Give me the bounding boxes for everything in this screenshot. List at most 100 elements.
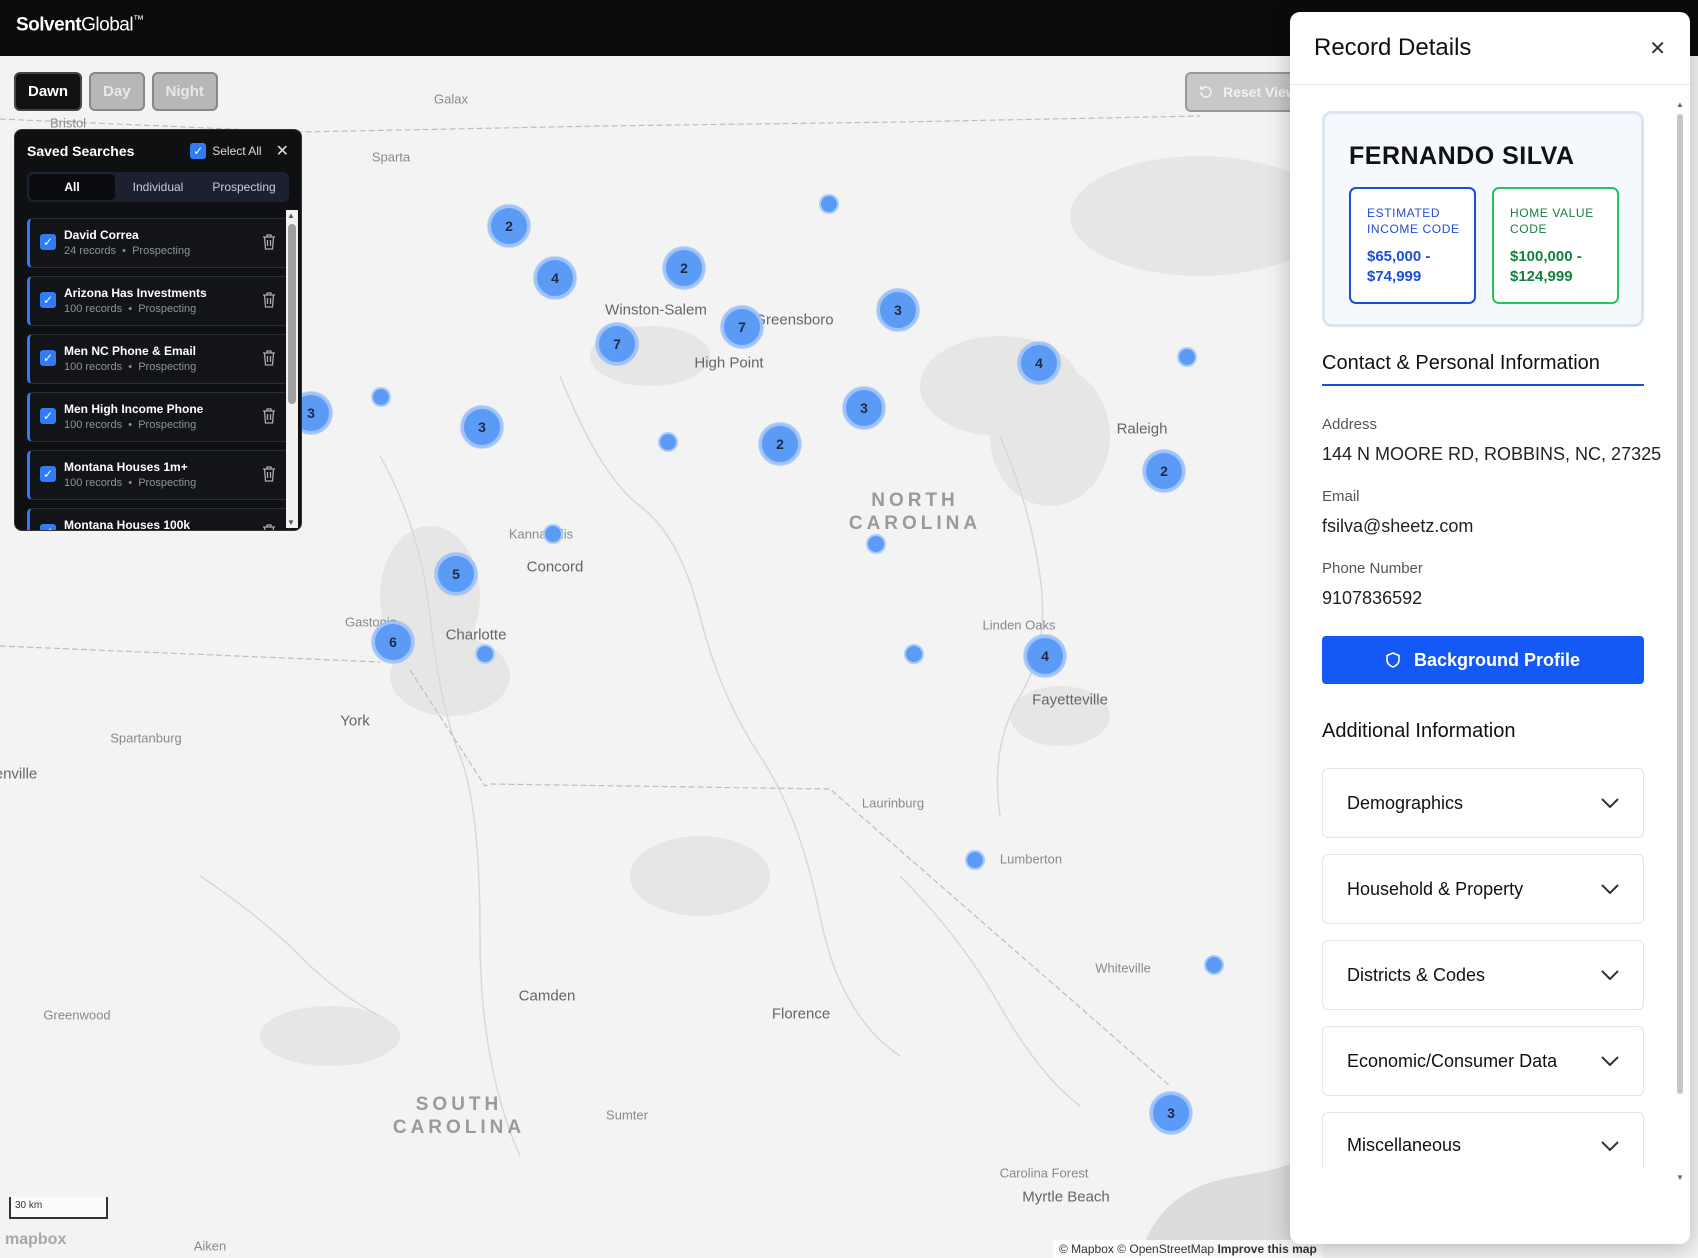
saved-search-meta: 100 records • Prospecting <box>64 419 197 431</box>
place-label: Kannapolis <box>508 526 574 542</box>
accordion-label: Districts & Codes <box>1347 964 1486 985</box>
income-code-value: $65,000 - $74,999 <box>1367 248 1431 285</box>
map-cluster[interactable]: 4 <box>534 257 576 299</box>
accordion-demographics[interactable]: Demographics <box>1322 768 1644 838</box>
map-point[interactable] <box>819 194 839 214</box>
home-value-card: HOME VALUE CODE $100,000 - $124,999 <box>1492 187 1619 304</box>
scroll-down-icon[interactable]: ▼ <box>1676 1173 1684 1182</box>
saved-search-item[interactable]: ✓ Men High Income Phone 100 records • Pr… <box>27 392 289 442</box>
accordion-label: Household & Property <box>1347 878 1524 899</box>
map-cluster[interactable]: 6 <box>372 621 414 663</box>
background-profile-button[interactable]: Background Profile <box>1322 636 1644 684</box>
improve-map-link[interactable]: Improve this map <box>1217 1242 1316 1256</box>
map-cluster[interactable]: 2 <box>663 247 705 289</box>
scroll-down-icon[interactable]: ▼ <box>287 518 295 527</box>
scroll-up-icon[interactable]: ▲ <box>287 211 295 220</box>
check-icon: ✓ <box>190 143 207 159</box>
saved-search-item[interactable]: ✓ Montana Houses 1m+ 100 records • Prosp… <box>27 450 289 500</box>
check-icon[interactable]: ✓ <box>40 292 56 308</box>
check-icon[interactable]: ✓ <box>40 234 56 250</box>
phone-value: 9107836592 <box>1322 588 1423 608</box>
place-label: Concord <box>526 558 584 576</box>
night-button[interactable]: Night <box>151 72 218 111</box>
saved-searches-tabs: All Individual Prospecting <box>27 172 289 202</box>
saved-search-meta: 100 records • Prospecting <box>64 303 197 315</box>
map-point[interactable] <box>904 644 924 664</box>
saved-search-item[interactable]: ✓ Arizona Has Investments 100 records • … <box>27 276 289 326</box>
trash-icon[interactable] <box>262 524 276 530</box>
trash-icon[interactable] <box>262 408 276 424</box>
section-underline <box>1322 384 1644 386</box>
saved-search-item[interactable]: ✓ Montana Houses 100k <box>27 508 289 530</box>
saved-search-name: Men High Income Phone <box>64 402 204 416</box>
shield-icon <box>1386 652 1400 668</box>
trash-icon[interactable] <box>262 234 276 250</box>
saved-search-name: David Correa <box>64 228 139 242</box>
trash-icon[interactable] <box>262 292 276 308</box>
map-cluster[interactable]: 2 <box>1143 450 1185 492</box>
background-profile-label: Background Profile <box>1413 649 1581 670</box>
panel-scrollbar[interactable]: ▲ ▼ <box>1676 100 1684 1182</box>
saved-search-item[interactable]: ✓ Men NC Phone & Email 100 records • Pro… <box>27 334 289 384</box>
map-point[interactable] <box>543 524 563 544</box>
address-value: 144 N MOORE RD, ROBBINS, NC, 27325 <box>1322 444 1662 464</box>
map-cluster[interactable]: 2 <box>759 423 801 465</box>
tab-prospecting[interactable]: Prospecting <box>201 174 287 200</box>
scroll-up-icon[interactable]: ▲ <box>1676 100 1684 109</box>
map-point[interactable] <box>965 850 985 870</box>
check-icon[interactable]: ✓ <box>40 466 56 482</box>
saved-searches-scrollbar[interactable]: ▲ ▼ <box>286 210 298 528</box>
scroll-thumb[interactable] <box>288 224 296 404</box>
map-cluster[interactable]: 3 <box>843 387 885 429</box>
chevron-down-icon <box>1601 1056 1619 1066</box>
brand-logo[interactable]: SolventGlobal™ <box>16 14 144 36</box>
close-icon[interactable]: ✕ <box>276 141 289 161</box>
trash-icon[interactable] <box>262 466 276 482</box>
saved-search-name: Montana Houses 1m+ <box>64 460 188 474</box>
map-cluster[interactable]: 7 <box>721 306 763 348</box>
map-cluster[interactable]: 4 <box>1018 342 1060 384</box>
home-value-label: HOME VALUE CODE <box>1510 206 1594 236</box>
accordion-miscellaneous[interactable]: Miscellaneous <box>1322 1112 1644 1168</box>
scroll-thumb[interactable] <box>1677 114 1683 1094</box>
close-icon[interactable]: ✕ <box>1649 36 1666 61</box>
map-point[interactable] <box>1177 347 1197 367</box>
attribution-text[interactable]: © Mapbox © OpenStreetMap <box>1059 1242 1214 1256</box>
address-label: Address <box>1322 416 1378 433</box>
place-label: Lumberton <box>999 851 1063 867</box>
saved-search-meta: 100 records • Prospecting <box>64 477 197 489</box>
map-cluster[interactable]: 7 <box>596 323 638 365</box>
tab-all[interactable]: All <box>29 174 115 200</box>
map-point[interactable] <box>475 644 495 664</box>
chevron-down-icon <box>1601 1141 1619 1151</box>
check-icon[interactable]: ✓ <box>40 524 56 530</box>
map-point[interactable] <box>658 432 678 452</box>
map-cluster[interactable]: 5 <box>435 553 477 595</box>
saved-search-item[interactable]: ✓ David Correa 24 records • Prospecting <box>27 218 289 268</box>
state-label: NORTH CAROLINA <box>848 490 982 534</box>
map-point[interactable] <box>1204 955 1224 975</box>
place-label: Camden <box>518 987 576 1005</box>
map-cluster[interactable]: 4 <box>1024 635 1066 677</box>
accordion-household-property[interactable]: Household & Property <box>1322 854 1644 924</box>
map-cluster[interactable]: 3 <box>1150 1092 1192 1134</box>
mapbox-logo[interactable]: mapbox <box>5 1231 66 1249</box>
check-icon[interactable]: ✓ <box>40 350 56 366</box>
map-cluster[interactable]: 3 <box>461 406 503 448</box>
accordion-districts-codes[interactable]: Districts & Codes <box>1322 940 1644 1010</box>
day-button[interactable]: Day <box>89 72 145 111</box>
email-label: Email <box>1322 488 1360 505</box>
place-label: Carolina Forest <box>999 1165 1089 1181</box>
tab-individual[interactable]: Individual <box>115 174 201 200</box>
trash-icon[interactable] <box>262 350 276 366</box>
map-cluster[interactable]: 3 <box>877 289 919 331</box>
check-icon[interactable]: ✓ <box>40 408 56 424</box>
place-label: Spartanburg <box>110 730 182 746</box>
dawn-button[interactable]: Dawn <box>14 72 83 111</box>
map-point[interactable] <box>371 387 391 407</box>
reset-view-button[interactable]: Reset View <box>1185 72 1305 112</box>
map-point[interactable] <box>866 534 886 554</box>
accordion-economic-consumer[interactable]: Economic/Consumer Data <box>1322 1026 1644 1096</box>
map-cluster[interactable]: 2 <box>488 205 530 247</box>
select-all-toggle[interactable]: ✓ Select All <box>190 143 262 159</box>
